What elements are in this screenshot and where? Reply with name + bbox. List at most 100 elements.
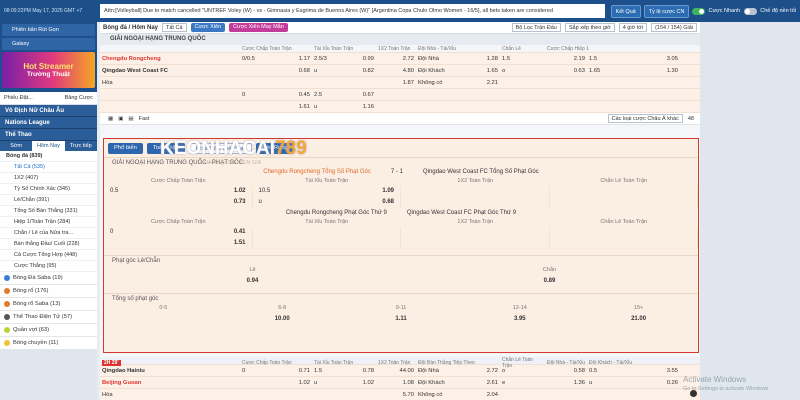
live-badge: 2H 29' [102, 360, 121, 366]
draw-label: Hòa [102, 391, 113, 398]
odd-even-header: Lẻ Chẵn [249, 267, 557, 273]
total-corners-title[interactable]: Tổng số phạt góc [104, 293, 698, 303]
galaxy-button[interactable]: Galaxy [2, 38, 95, 50]
basketball-icon [4, 288, 10, 294]
market-select[interactable]: Tất Cả [162, 23, 187, 32]
odds-row[interactable]: 0 0.41 [104, 227, 698, 238]
main-content: Bóng đá / Hôm Nay Tất Cả Cược Xiên Cược … [100, 22, 700, 400]
toggle-switch-on[interactable] [692, 7, 706, 15]
parlay-button[interactable]: Cược Xiên [190, 23, 226, 32]
fast-label[interactable]: Fast [139, 116, 150, 122]
live-match-block: 2H 29' Cược Chấp Toàn Trận Tài Xỉu Toàn T… [100, 357, 700, 400]
sidebar: Phiên bản Rút Gọn Galaxy Hot Streamer Tr… [0, 22, 97, 400]
match-row[interactable]: Qingdao Hainiu 0 0.71 1.5 0.78 44.00 Đội Nh… [100, 365, 700, 377]
top-bar: 08:09:22PM May 17, 2025 GMT +7 Attn:[Vol… [0, 0, 800, 22]
match-row[interactable]: Chengdu Rongcheng 0/0.5 1.17 2.5/3 0.99 2.… [100, 53, 700, 65]
ninth-corner-header: Cược Chấp Toàn Trận Tài Xỉu Toàn Trận 1X2 … [150, 219, 648, 225]
team-home[interactable]: Qingdao Hainiu [100, 368, 240, 374]
corner-total-title: Chengdu Rongcheng Tổng Số Phạt Góc 7 - 1Q… [263, 169, 539, 175]
section-nations-league[interactable]: Nations League [0, 117, 97, 129]
sidebar-item-half-odd-even[interactable]: Chẵn / Lẻ của Nửa tra... [0, 228, 97, 239]
stats-icon[interactable]: ▦ [108, 116, 113, 122]
tab-early[interactable]: Sớm [0, 141, 32, 151]
sidebar-sport-esports[interactable]: Thể Thao Điện Tử (57) [0, 311, 97, 324]
sidebar-item-outright[interactable]: Cược Thắng (95) [0, 261, 97, 272]
odds-row[interactable]: 0.73 u 0.68 [104, 197, 698, 208]
sidebar-item-first-last-goal[interactable]: Bàn thắng Đầu/ Cuối (228) [0, 239, 97, 250]
match-row[interactable]: Hòa 1.87 Không có 2.21 [100, 77, 700, 89]
quick-bet-toggle[interactable]: Cược Nhanh [692, 7, 740, 15]
trash-icon[interactable]: ▤ [128, 116, 133, 122]
section-sports[interactable]: Thể Thao [0, 129, 97, 141]
total-corners-row[interactable]: 10.00 1.11 3.95 21.00 [104, 314, 698, 325]
tab-popular[interactable]: Phổ biến [108, 143, 143, 154]
betslip-tab[interactable]: Phiếu Đặt... [4, 95, 33, 101]
sidebar-sport-tennis[interactable]: Quần vợt (63) [0, 324, 97, 337]
sidebar-item-1x2[interactable]: 1X2 (407) [0, 173, 97, 184]
sidebar-sport-basketball[interactable]: Bóng rổ (176) [0, 285, 97, 298]
match-tools: ▦ ▣ ▤ Fast Các loại cược Châu Á khác 48 [100, 113, 700, 125]
main-toolbar: Bóng đá / Hôm Nay Tất Cả Cược Xiên Cược … [100, 22, 700, 34]
match-row[interactable]: Qingdao West Coast FC 0.68 u 0.82 4.80 Đội… [100, 65, 700, 77]
promo-banner[interactable]: Hot Streamer Trường Thuật [2, 52, 95, 88]
league-count-select[interactable]: (154 / 154) Giải [651, 23, 697, 32]
gamepad-icon [4, 314, 10, 320]
dark-mode-toggle[interactable]: Chế độ nền tối [744, 7, 796, 15]
odds-header-row: Cược Chấp Toàn Trận Tài Xỉu Toàn Trận 1X2 … [100, 45, 700, 53]
team-away[interactable]: Beijing Guoan [100, 380, 240, 386]
news-ticker[interactable]: Attn:[Volleyball] Due to match cancelled… [100, 4, 605, 18]
sidebar-sport-saba-football[interactable]: Bóng Đá Saba (19) [0, 272, 97, 285]
toggle-switch-off[interactable] [744, 7, 758, 15]
sidebar-item-football[interactable]: Bóng đá (839) [0, 151, 97, 162]
live-header-row: 2H 29' Cược Chấp Toàn Trận Tài Xỉu Toàn T… [100, 357, 700, 369]
odd-even-title[interactable]: Phạt góc Lẻ/Chẵn [104, 255, 698, 265]
betslip-tabs: Phiếu Đặt... Bảng Cược [0, 92, 97, 105]
sidebar-item-correct-score[interactable]: Tỷ Số Chính Xác (345) [0, 184, 97, 195]
compact-version-button[interactable]: Phiên bản Rút Gọn [2, 24, 95, 36]
match-row[interactable]: 0 0.45 2.5 0.67 [100, 89, 700, 101]
sort-select[interactable]: Sắp xếp theo giờ [564, 23, 615, 32]
page-title: Bóng đá / Hôm Nay [103, 24, 159, 31]
sidebar-item-mix-parlay[interactable]: Cả Cược Tổng Hợp (448) [0, 250, 97, 261]
sidebar-item-all[interactable]: Tất Cả (535) [0, 162, 97, 173]
odds-row[interactable]: 1.51 [104, 238, 698, 249]
draw-label: Hòa [102, 79, 113, 86]
time-tabs: Sớm Hôm Nay Trực tiếp [0, 141, 97, 151]
sidebar-item-odd-even[interactable]: Lẻ/Chẵn (391) [0, 195, 97, 206]
corner-panel: Phổ biến Toàn Trận Phạt Góc/Thẻ Phạt Kèo… [103, 138, 699, 353]
asian-odds-select[interactable]: Các loại cược Châu Á khác [607, 114, 683, 123]
basketball-icon [4, 301, 10, 307]
odd-even-row[interactable]: 0.94 0.89 [104, 276, 698, 287]
hours-select[interactable]: 4 giờ tới [618, 23, 648, 32]
odds-row[interactable]: 0.5 1.02 10.5 1.09 [104, 186, 698, 197]
watermark-tagline: NHÀ CÁI · CHUYÊN GIA [200, 160, 262, 166]
right-margin [700, 22, 800, 400]
bet-list-tab[interactable]: Bảng Cược [65, 95, 93, 101]
team-home[interactable]: Chengdu Rongcheng [100, 56, 240, 62]
more-markets-count[interactable]: 48 [688, 116, 700, 122]
match-row[interactable]: Hòa 5.70 Không có 2.04 [100, 389, 700, 400]
ninth-corner-title: Chengdu Rongcheng Phạt Góc Thứ 9 Qingdao … [285, 210, 517, 216]
lucky-parlay-button[interactable]: Cược Xiên May Mắn [229, 23, 288, 32]
sidebar-sport-volleyball[interactable]: Bóng chuyền (11) [0, 337, 97, 350]
odds-type-select[interactable]: Tỷ lệ cược CN [643, 4, 690, 18]
site-watermark: KEONHACAI789 [160, 138, 307, 159]
sidebar-item-total-goals[interactable]: Tổng Số Bàn Thắng (331) [0, 206, 97, 217]
results-button[interactable]: Kết Quả [610, 4, 641, 18]
tab-live[interactable]: Trực tiếp [65, 141, 97, 151]
team-away[interactable]: Qingdao West Coast FC [100, 68, 240, 74]
activate-windows-title: Activate Windows [683, 375, 747, 384]
match-filter-select[interactable]: Bộ Lọc Trận Đấu [511, 23, 561, 32]
calendar-icon[interactable]: ▣ [118, 116, 123, 122]
match-row[interactable]: Beijing Guoan 1.02 u 1.02 1.08 Đội Khách 2… [100, 377, 700, 389]
corner-odds-header: Cược Chấp Toàn Trận Tài Xỉu Toàn Trận 1X2 … [150, 178, 648, 184]
league-header[interactable]: GIẢI NGOẠI HẠNG TRUNG QUỐC [100, 34, 700, 45]
total-corners-header: 0-5 6-8 9-11 12-14 15+ [159, 305, 644, 311]
section-euro-women[interactable]: Vô Địch Nữ Châu Âu [0, 105, 97, 117]
scroll-up-icon[interactable] [690, 390, 697, 397]
tab-today[interactable]: Hôm Nay [32, 141, 65, 151]
sidebar-item-ht-ft[interactable]: Hiệp 1/Toàn Trận (284) [0, 217, 97, 228]
sidebar-sport-saba-basketball[interactable]: Bóng rổ Saba (13) [0, 298, 97, 311]
sidebar-top: Phiên bản Rút Gọn Galaxy Hot Streamer Tr… [0, 22, 97, 92]
match-row[interactable]: 1.61 u 1.16 [100, 101, 700, 113]
